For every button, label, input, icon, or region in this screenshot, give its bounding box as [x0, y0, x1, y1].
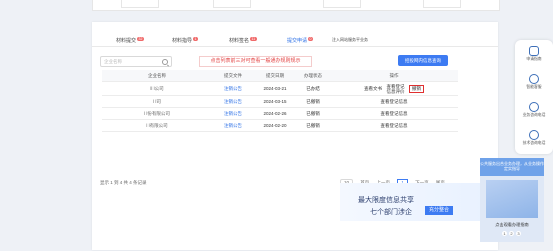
headset-icon — [529, 74, 539, 84]
view-registration-link[interactable]: 查看登记信息 — [330, 119, 458, 132]
table-row: l l司 注销公告 2024-03-15 已撤销 查看登记信息 — [102, 95, 458, 108]
promo-dot[interactable]: 2 — [509, 231, 514, 236]
tab-badge: 1 — [193, 37, 198, 41]
chat-icon — [529, 130, 539, 140]
ad-line-2: 七个部门涉企 — [370, 208, 412, 216]
table-row: l l份有限公司 注销公告 2024-02-26 已撤销 查看登记信息 — [102, 107, 458, 120]
tab-divider — [92, 46, 498, 47]
tab-badge: 11 — [250, 37, 257, 41]
tab-badge: 32 — [137, 37, 144, 41]
col-actions: 操作 — [330, 70, 458, 82]
tab-label: 材料提交 — [116, 38, 137, 44]
promo-banner[interactable]: 最大限度信息共享 七个部门涉企 充分整合 — [340, 183, 495, 221]
tab-label: 注入网站服务平业务 — [332, 37, 368, 42]
col-document: 提交文件 — [212, 70, 254, 82]
col-date: 提交日期 — [254, 70, 296, 82]
promo-dot[interactable]: 1 — [502, 231, 507, 236]
guide-icon — [529, 46, 539, 56]
status-text: 已撤销 — [296, 119, 330, 132]
tab-badge: 0 — [308, 37, 313, 41]
view-registration-link[interactable]: 查看登记信息评价 — [385, 84, 407, 94]
search-input[interactable]: 企业名称 — [100, 56, 172, 67]
company-name: ll l公司 — [102, 81, 212, 96]
sidebar-item-guide[interactable]: 申请指南 — [515, 46, 553, 62]
tab-label: 材料签名 — [229, 38, 250, 44]
top-cell — [213, 0, 251, 8]
tab-label: 材料指导 — [172, 38, 193, 44]
revoke-button[interactable]: 撤销 — [409, 84, 425, 93]
record-summary: 显示 1 到 4 共 4 条记录 — [100, 180, 147, 185]
guide-promo-card[interactable]: 公共服务出合业务办理，从业务操作定实指导 点击观看办理指南 123 — [480, 158, 544, 242]
ad-line-1: 最大限度信息共享 — [358, 196, 414, 204]
search-placeholder: 企业名称 — [104, 59, 122, 64]
submit-date: 2024-03-21 — [254, 81, 296, 96]
sidebar-item-business-phone[interactable]: 业务咨询电话 — [515, 102, 553, 118]
top-strip — [92, 0, 500, 11]
table-header-row: 企业名称 提交文件 提交日期 办理状态 操作 — [102, 70, 458, 82]
status-text: 已撤销 — [296, 95, 330, 108]
status-text: 已撤销 — [296, 107, 330, 120]
table-row: ll l公司 注销公告 2024-03-21 已办结 查看文书 查看登记信息评价… — [102, 81, 458, 96]
phone-icon — [529, 102, 539, 112]
promo-image — [486, 180, 538, 218]
tab-platform-business[interactable]: 注入网站服务平业务 — [332, 37, 368, 43]
records-table: 企业名称 提交文件 提交日期 办理状态 操作 ll l公司 注销公告 2024-… — [102, 70, 458, 132]
top-cell — [121, 0, 159, 8]
tab-materials-sign[interactable]: 材料签名 11 — [229, 37, 257, 44]
tab-bar: 材料提交 32 材料指导 1 材料签名 11 提交申请 0 注入网站服务平业务 — [92, 34, 498, 47]
floating-sidebar: 申请指南 智能客服 业务咨询电话 技术咨询电话 — [515, 40, 553, 154]
sidebar-label: 申请指南 — [526, 57, 542, 61]
sidebar-item-service[interactable]: 智能客服 — [515, 74, 553, 90]
submit-date: 2024-02-20 — [254, 119, 296, 132]
sidebar-item-tech-phone[interactable]: 技术咨询电话 — [515, 130, 553, 146]
sidebar-label: 智能客服 — [526, 85, 542, 89]
promo-dot[interactable]: 3 — [516, 231, 521, 236]
top-cell — [423, 0, 461, 8]
search-icon[interactable] — [162, 58, 168, 65]
row-actions: 查看文书 查看登记信息评价 撤销 — [330, 81, 458, 96]
sidebar-label: 业务咨询电话 — [522, 113, 546, 117]
top-cell — [323, 0, 361, 8]
promo-pager: 123 — [502, 231, 523, 236]
tab-submit-application[interactable]: 提交申请 0 — [285, 37, 317, 47]
document-link[interactable]: 注销公告 — [212, 107, 254, 120]
table-row: l l有限公司 注销公告 2024-02-20 已撤销 查看登记信息 — [102, 119, 458, 132]
promo-caption: 点击观看办理指南 — [495, 222, 529, 227]
view-registration-link[interactable]: 查看登记信息 — [330, 95, 458, 108]
status-text: 已办结 — [296, 81, 330, 96]
tab-materials-guide[interactable]: 材料指导 1 — [172, 37, 198, 44]
hint-banner: 点击列表前三对可查看一般通办规则规示 — [199, 56, 312, 67]
company-name: l l司 — [102, 95, 212, 108]
ad-button[interactable]: 充分整合 — [425, 206, 453, 215]
sidebar-label: 技术咨询电话 — [522, 141, 546, 145]
promo-title: 公共服务出合业务办理，从业务操作定实指导 — [480, 158, 544, 176]
document-link[interactable]: 注销公告 — [212, 119, 254, 132]
document-link[interactable]: 注销公告 — [212, 95, 254, 108]
view-registration-link[interactable]: 查看登记信息 — [330, 107, 458, 120]
info-query-button[interactable]: 招投网内信息查询 — [398, 55, 448, 66]
submit-date: 2024-03-15 — [254, 95, 296, 108]
tab-label: 提交申请 — [287, 38, 308, 44]
document-link[interactable]: 注销公告 — [212, 81, 254, 96]
submit-date: 2024-02-26 — [254, 107, 296, 120]
view-document-link[interactable]: 查看文书 — [364, 86, 382, 91]
company-name: l l有限公司 — [102, 119, 212, 132]
company-name: l l份有限公司 — [102, 107, 212, 120]
col-company: 企业名称 — [102, 70, 212, 82]
tab-materials-submit[interactable]: 材料提交 32 — [116, 37, 144, 44]
col-status: 办理状态 — [296, 70, 330, 82]
